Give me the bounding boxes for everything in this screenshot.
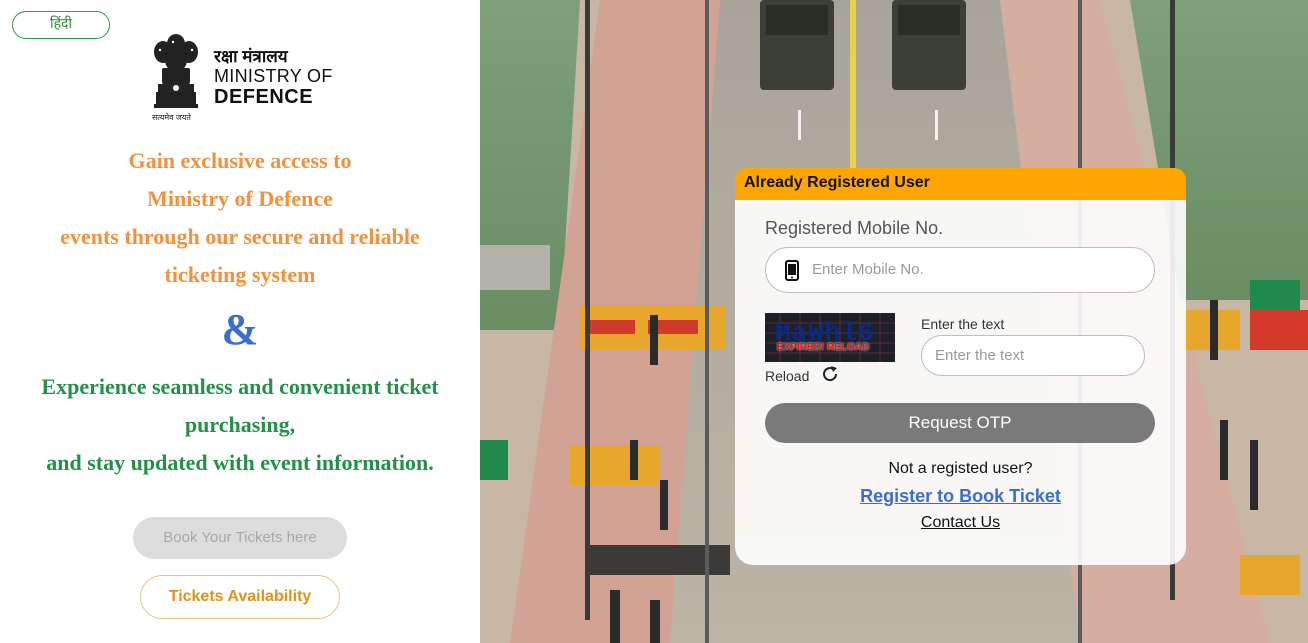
language-toggle-button[interactable]: हिंदी [12,11,110,39]
login-card: Registered Mobile No. Enter Mobile No. M… [735,200,1186,565]
ampersand: & [221,305,259,354]
captcha-image: MaWhl6 EXPIRED! RELOAD [765,313,895,362]
tagline-line: Gain exclusive access to [128,148,352,173]
logo-ministry-of: MINISTRY OF [214,66,333,86]
register-link[interactable]: Register to Book Ticket [735,486,1186,507]
mobile-input[interactable]: Enter Mobile No. [765,247,1155,293]
request-otp-button[interactable]: Request OTP [765,403,1155,443]
mobile-label: Registered Mobile No. [765,218,944,238]
mobile-input-placeholder: Enter Mobile No. [812,261,924,278]
logo-hindi-text: रक्षा मंत्रालय [214,47,288,66]
reload-label[interactable]: Reload [765,368,809,384]
tagline-line: and stay updated with event information. [46,450,434,475]
reload-icon[interactable] [821,365,839,383]
captcha-text-label: Enter the text [921,316,1005,332]
book-tickets-button[interactable]: Book Your Tickets here [133,517,347,559]
captcha-expired-label: EXPIRED! RELOAD [777,342,870,353]
captcha-input[interactable]: Enter the text [921,335,1145,376]
logo-defence: DEFENCE [214,86,314,108]
login-card-header: Already Registered User [735,168,1186,200]
national-emblem-icon [154,34,198,108]
ministry-logo: रक्षा मंत्रालय MINISTRY OF DEFENCE सत्यम… [148,30,348,125]
tagline-line: ticketing system [164,262,316,287]
logo-motto: सत्यमेव जयते [152,113,191,122]
tagline-line: Ministry of Defence [147,186,333,211]
mobile-phone-icon [785,260,799,281]
captcha-input-placeholder: Enter the text [935,347,1025,364]
tickets-availability-button[interactable]: Tickets Availability [140,575,340,619]
tagline-intro: Gain exclusive access to Ministry of Def… [20,142,460,294]
tagline-line: events through our secure and reliable [60,224,420,249]
tagline-experience: Experience seamless and convenient ticke… [10,368,470,482]
tagline-line: Experience seamless and convenient ticke… [41,374,439,399]
not-registered-text: Not a registed user? [888,460,1033,477]
tagline-line: purchasing, [184,412,296,437]
left-panel: हिंदी रक्षा मंत्रालय MINISTRY OF DEFENCE… [0,0,480,643]
contact-us-link[interactable]: Contact Us [735,514,1186,532]
